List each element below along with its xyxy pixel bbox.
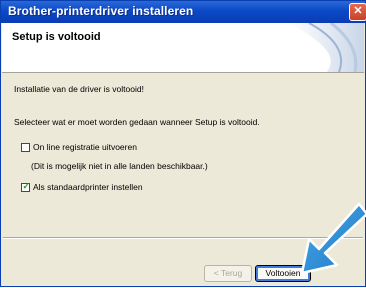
online-registration-label[interactable]: On line registratie uitvoeren	[33, 142, 137, 152]
close-icon: ✕	[353, 5, 363, 17]
installed-text: Installatie van de driver is voltooid!	[14, 84, 144, 94]
window-title: Brother-printerdriver installeren	[8, 4, 194, 18]
installer-window: Brother-printerdriver installeren ✕ Setu…	[0, 0, 366, 287]
checkmark-icon: ✓	[22, 181, 31, 191]
availability-note: (Dit is mogelijk niet in alle landen bes…	[31, 161, 208, 171]
default-printer-checkbox[interactable]: ✓	[21, 181, 31, 192]
default-printer-label[interactable]: Als standaardprinter instellen	[33, 182, 143, 192]
back-button[interactable]: < Terug	[204, 265, 252, 282]
wizard-header-title: Setup is voltooid	[12, 31, 101, 43]
close-button[interactable]: ✕	[349, 3, 366, 21]
title-bar[interactable]: Brother-printerdriver installeren ✕	[1, 1, 366, 23]
wizard-header: Setup is voltooid	[2, 23, 364, 73]
online-registration-checkbox[interactable]	[21, 143, 30, 152]
pointer-arrow-icon	[300, 202, 366, 275]
select-text: Selecteer wat er moet worden gedaan wann…	[14, 117, 260, 127]
header-graphic	[289, 23, 364, 72]
